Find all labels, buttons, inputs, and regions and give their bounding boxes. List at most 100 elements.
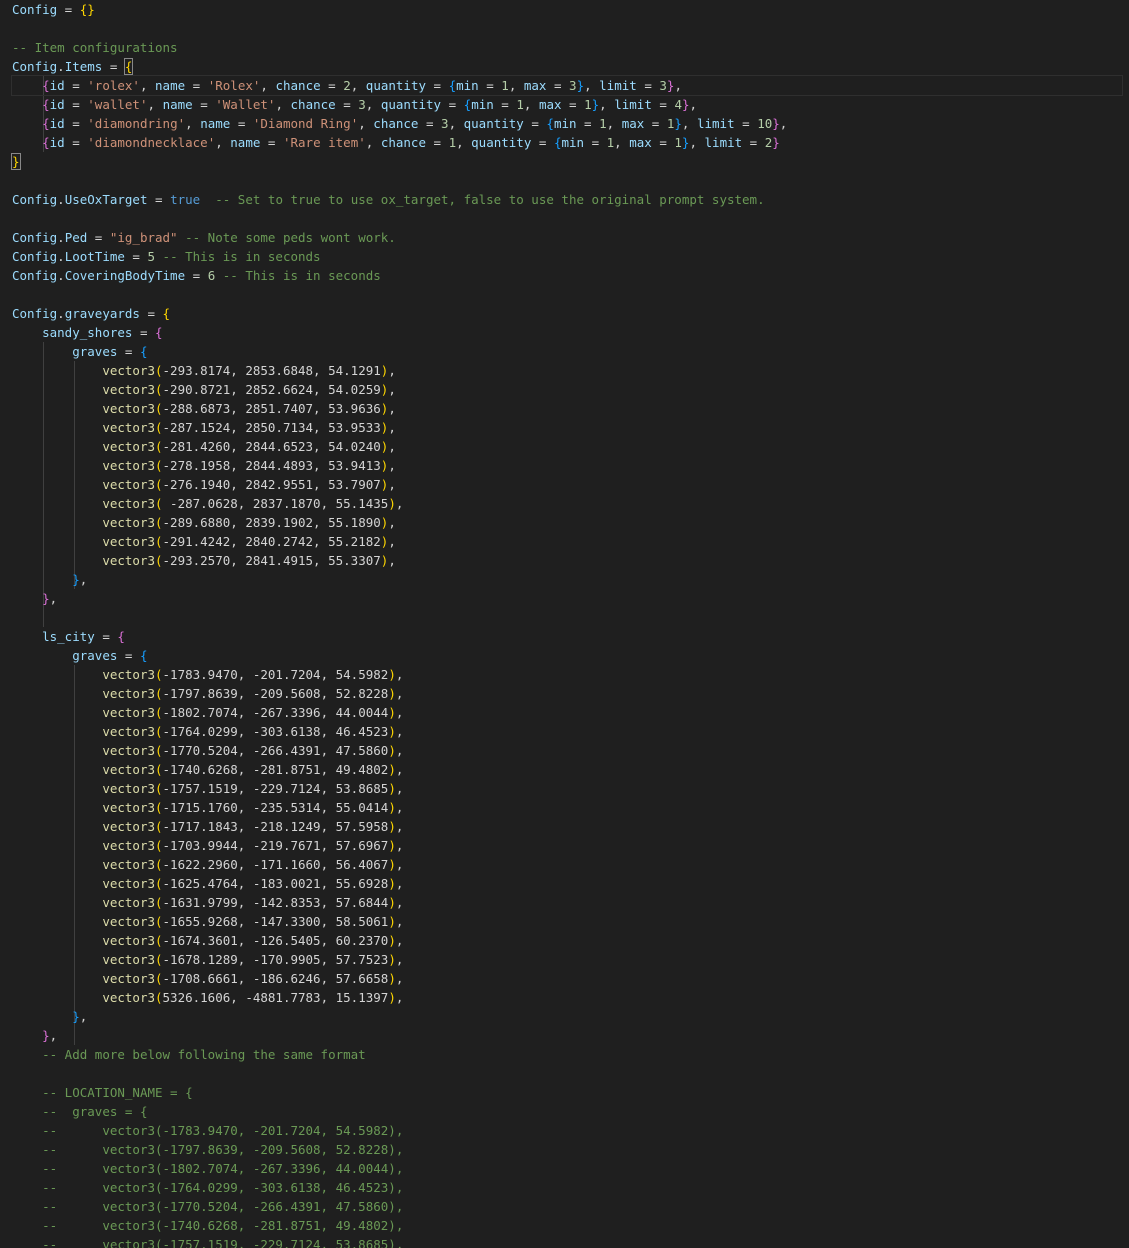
code-line[interactable]: vector3(-1783.9470, -201.7204, 54.5982), [12, 665, 1122, 684]
code-token: -1783.9470, -201.7204, 54.5982 [162, 667, 389, 682]
code-line[interactable]: vector3(-1678.1289, -170.9905, 57.7523), [12, 950, 1122, 969]
code-token: vector3 [102, 401, 155, 416]
code-line[interactable]: vector3(-1764.0299, -303.6138, 46.4523), [12, 722, 1122, 741]
code-line[interactable]: graves = { [12, 342, 1122, 361]
code-line[interactable]: vector3(-1625.4764, -183.0021, 55.6928), [12, 874, 1122, 893]
code-token: name [155, 78, 186, 93]
code-line[interactable] [12, 1064, 1122, 1083]
code-token: chance [290, 97, 336, 112]
code-line[interactable]: graves = { [12, 646, 1122, 665]
code-line[interactable]: -- vector3(-1757.1519, -229.7124, 53.868… [12, 1235, 1122, 1248]
code-token: 1 [584, 97, 592, 112]
code-token: 'diamondnecklace' [87, 135, 216, 150]
code-token: -- Item configurations [12, 40, 178, 55]
code-token: ) [388, 743, 396, 758]
code-line[interactable]: vector3(-1703.9944, -219.7671, 57.6967), [12, 836, 1122, 855]
code-line[interactable]: Config.CoveringBodyTime = 6 -- This is i… [12, 266, 1122, 285]
code-editor[interactable]: Config = {} -- Item configurations Config.… [0, 0, 1129, 1248]
code-line[interactable]: vector3(-291.4242, 2840.2742, 55.2182), [12, 532, 1122, 551]
code-line[interactable]: vector3(-1674.3601, -126.5405, 60.2370), [12, 931, 1122, 950]
code-line[interactable]: -- Item configurations [12, 38, 1122, 57]
code-line[interactable]: vector3(-1622.2960, -171.1660, 56.4067), [12, 855, 1122, 874]
code-token: , [49, 591, 58, 606]
code-token: = [132, 325, 155, 340]
code-line[interactable]: vector3(-1655.9268, -147.3300, 58.5061), [12, 912, 1122, 931]
code-line[interactable]: -- vector3(-1802.7074, -267.3396, 44.004… [12, 1159, 1122, 1178]
code-line[interactable]: vector3(-293.8174, 2853.6848, 54.1291), [12, 361, 1122, 380]
code-line[interactable] [12, 285, 1122, 304]
code-line[interactable] [12, 209, 1122, 228]
code-line[interactable]: vector3(-1770.5204, -266.4391, 47.5860), [12, 741, 1122, 760]
code-token: -287.1524, 2850.7134, 53.9533 [162, 420, 381, 435]
code-token: vector3 [102, 534, 155, 549]
code-token: { [546, 116, 554, 131]
code-token: ) [388, 895, 396, 910]
code-line[interactable]: vector3(-281.4260, 2844.6523, 54.0240), [12, 437, 1122, 456]
code-line[interactable]: -- vector3(-1783.9470, -201.7204, 54.598… [12, 1121, 1122, 1140]
code-line[interactable]: -- vector3(-1764.0299, -303.6138, 46.452… [12, 1178, 1122, 1197]
code-line[interactable]: Config.LootTime = 5 -- This is in second… [12, 247, 1122, 266]
code-line[interactable]: vector3(-1631.9799, -142.8353, 57.6844), [12, 893, 1122, 912]
code-line[interactable]: vector3(-287.1524, 2850.7134, 53.9533), [12, 418, 1122, 437]
code-token: quantity [365, 78, 427, 93]
code-token: vector3 [102, 724, 155, 739]
code-line[interactable]: vector3(-1797.8639, -209.5608, 52.8228), [12, 684, 1122, 703]
code-line[interactable]: vector3(5326.1606, -4881.7783, 15.1397), [12, 988, 1122, 1007]
code-token: limit [704, 135, 743, 150]
code-line[interactable] [12, 19, 1122, 38]
code-line[interactable]: {id = 'rolex', name = 'Rolex', chance = … [11, 75, 1123, 96]
code-token: , [260, 78, 276, 93]
code-line[interactable]: }, [12, 1007, 1122, 1026]
code-line[interactable]: vector3( -287.0628, 2837.1870, 55.1435), [12, 494, 1122, 513]
code-line[interactable]: -- Add more below following the same for… [12, 1045, 1122, 1064]
code-line[interactable]: Config.graveyards = { [12, 304, 1122, 323]
code-line[interactable]: vector3(-278.1958, 2844.4893, 53.9413), [12, 456, 1122, 475]
code-token: vector3 [102, 876, 155, 891]
code-line[interactable]: }, [12, 589, 1122, 608]
code-line[interactable]: -- vector3(-1740.6268, -281.8751, 49.480… [12, 1216, 1122, 1235]
code-token: ( [155, 496, 163, 511]
code-line[interactable]: vector3(-1717.1843, -218.1249, 57.5958), [12, 817, 1122, 836]
code-line[interactable]: vector3(-1757.1519, -229.7124, 53.8685), [12, 779, 1122, 798]
code-line[interactable]: {id = 'wallet', name = 'Wallet', chance … [12, 95, 1122, 114]
code-line[interactable]: Config.Ped = "ig_brad" -- Note some peds… [12, 228, 1122, 247]
code-line[interactable]: vector3(-1708.6661, -186.6246, 57.6658), [12, 969, 1122, 988]
code-line[interactable]: Config.Items = { [12, 57, 1122, 76]
code-line[interactable]: vector3(-288.6873, 2851.7407, 53.9636), [12, 399, 1122, 418]
code-token: , [79, 572, 88, 587]
code-line[interactable]: vector3(-293.2570, 2841.4915, 55.3307), [12, 551, 1122, 570]
code-line[interactable]: } [11, 152, 1122, 171]
code-line[interactable] [12, 171, 1122, 190]
code-line[interactable]: {id = 'diamondring', name = 'Diamond Rin… [12, 114, 1122, 133]
code-token: -- Add more below following the same for… [42, 1047, 366, 1062]
code-line[interactable]: {id = 'diamondnecklace', name = 'Rare it… [12, 133, 1122, 152]
code-line[interactable]: -- vector3(-1797.8639, -209.5608, 52.822… [12, 1140, 1122, 1159]
code-line[interactable]: vector3(-276.1940, 2842.9551, 53.7907), [12, 475, 1122, 494]
code-line[interactable] [12, 608, 1122, 627]
code-line[interactable]: vector3(-1802.7074, -267.3396, 44.0044), [12, 703, 1122, 722]
code-token: ( [155, 933, 163, 948]
code-token: , [395, 496, 404, 511]
code-line[interactable]: vector3(-289.6880, 2839.1902, 55.1890), [12, 513, 1122, 532]
code-line[interactable]: vector3(-1740.6268, -281.8751, 49.4802), [12, 760, 1122, 779]
code-token: , [395, 762, 404, 777]
code-token: ( [155, 458, 163, 473]
code-line[interactable]: Config.UseOxTarget = true -- Set to true… [12, 190, 1122, 209]
code-line[interactable]: }, [12, 570, 1122, 589]
code-line[interactable]: vector3(-290.8721, 2852.6624, 54.0259), [12, 380, 1122, 399]
code-token: = [425, 135, 449, 150]
code-line[interactable]: -- vector3(-1770.5204, -266.4391, 47.586… [12, 1197, 1122, 1216]
code-token: Ped [64, 230, 88, 245]
code-line[interactable]: ls_city = { [12, 627, 1122, 646]
code-token: -278.1958, 2844.4893, 53.9413 [162, 458, 381, 473]
code-line[interactable]: sandy_shores = { [12, 323, 1122, 342]
code-token: -1764.0299, -303.6138, 46.4523 [162, 724, 389, 739]
code-line[interactable]: -- graves = { [12, 1102, 1122, 1121]
code-token: 5 [147, 249, 156, 264]
code-line[interactable]: -- LOCATION_NAME = { [12, 1083, 1122, 1102]
code-line[interactable]: vector3(-1715.1760, -235.5314, 55.0414), [12, 798, 1122, 817]
code-line[interactable]: Config = {} [12, 0, 1122, 19]
code-line[interactable]: }, [12, 1026, 1122, 1045]
